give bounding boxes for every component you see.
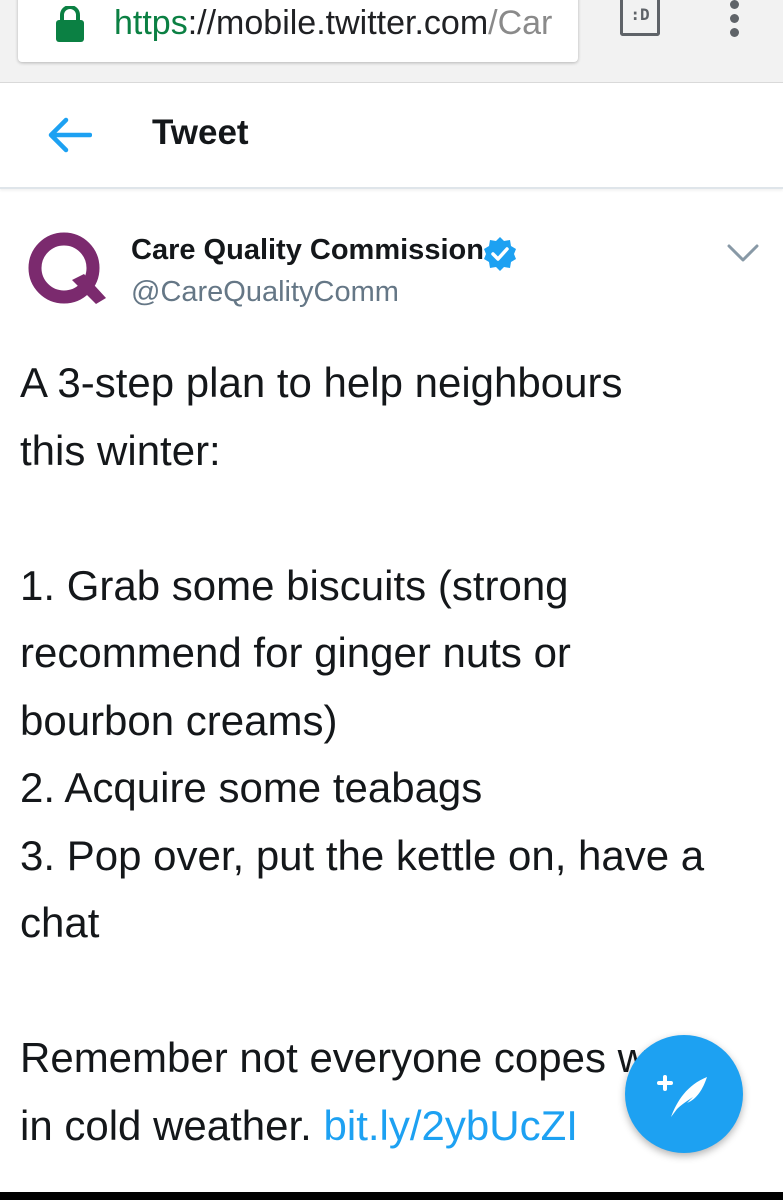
avatar[interactable] [26, 228, 106, 308]
back-arrow-icon[interactable] [46, 115, 92, 155]
tab-switcher-button[interactable]: :D [620, 0, 660, 36]
author-display-name[interactable]: Care Quality Commission [131, 234, 484, 267]
url-scheme: https [114, 4, 188, 42]
author-handle[interactable]: @CareQualityComm [131, 276, 399, 309]
browser-toolbar: https://mobile.twitter.com/Car :D [0, 0, 783, 83]
url-path: /Car [488, 4, 553, 42]
more-vert-icon[interactable] [724, 0, 744, 42]
tweet-header: Tweet [0, 83, 783, 189]
compose-tweet-icon [657, 1075, 707, 1117]
bottom-edge [0, 1192, 783, 1200]
address-bar[interactable]: https://mobile.twitter.com/Car [18, 0, 578, 62]
url-text: https://mobile.twitter.com/Car [114, 4, 552, 43]
verified-badge-icon [484, 237, 516, 271]
compose-tweet-button[interactable] [625, 1035, 743, 1153]
tweet-body: A 3-step plan to help neighbours this wi… [20, 349, 760, 1159]
page-title: Tweet [152, 113, 249, 152]
url-host: ://mobile.twitter.com [187, 4, 489, 42]
tweet-text: A 3-step plan to help neighbours this wi… [20, 359, 705, 1149]
lock-icon [56, 6, 84, 42]
tweet-link[interactable]: bit.ly/2ybUcZI [324, 1102, 578, 1149]
chevron-down-icon[interactable] [726, 240, 760, 266]
